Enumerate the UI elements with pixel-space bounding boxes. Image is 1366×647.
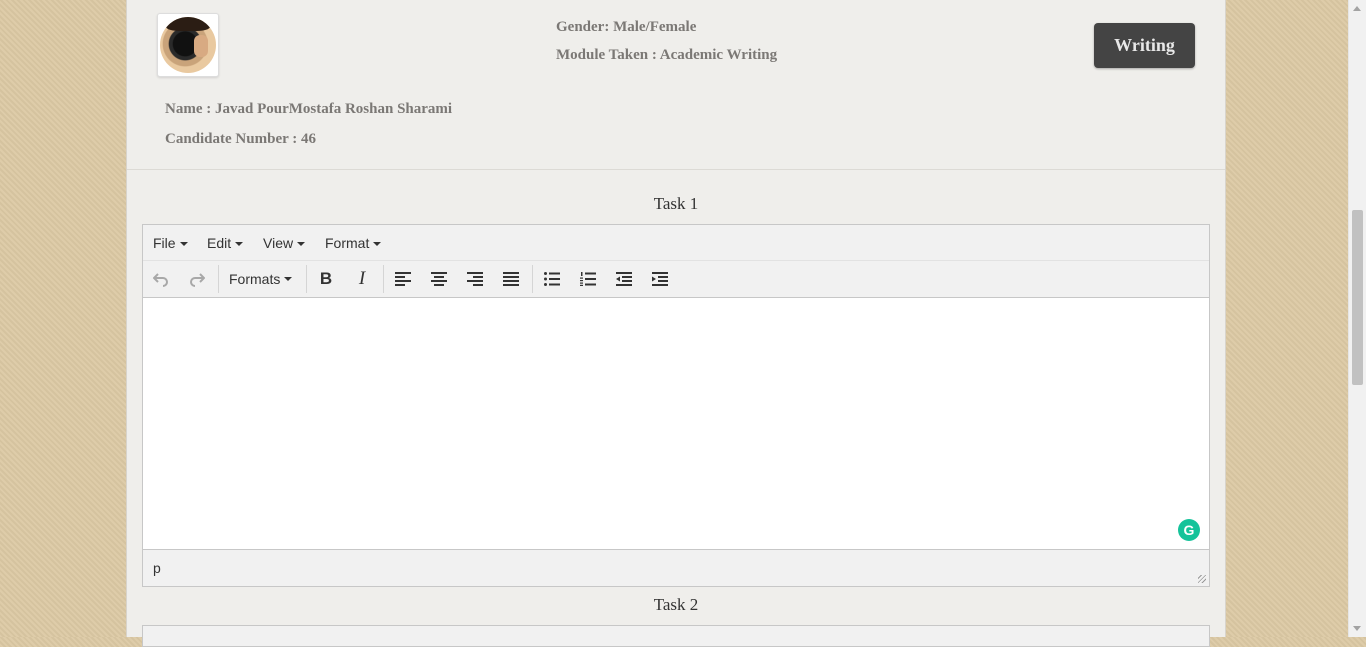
scroll-up-icon[interactable] [1353,6,1361,11]
candidate-number: Candidate Number : 46 [165,131,316,147]
chevron-down-icon [179,242,188,247]
task1-text-area[interactable]: G [143,298,1209,549]
chevron-down-icon [284,277,293,281]
page-scrollbar[interactable] [1348,0,1366,637]
task2-editor [142,625,1210,647]
menu-format[interactable]: Format [325,235,382,251]
chevron-down-icon [297,242,306,247]
gender-info: Gender: Male/Female [556,19,697,35]
scroll-down-icon[interactable] [1353,626,1361,631]
chevron-down-icon [373,242,382,247]
align-right-icon[interactable] [460,264,490,294]
menu-view[interactable]: View [263,235,306,251]
element-path[interactable]: p [153,560,161,576]
scroll-thumb[interactable] [1352,210,1363,385]
numbered-list-icon[interactable] [573,264,603,294]
outdent-icon[interactable] [609,264,639,294]
module-info: Module Taken : Academic Writing [556,47,778,63]
main-panel: Gender: Male/Female Module Taken : Acade… [126,0,1226,647]
menu-file[interactable]: File [153,235,188,251]
editor-statusbar: p [143,549,1209,586]
undo-icon[interactable] [146,264,176,294]
align-justify-icon[interactable] [496,264,526,294]
align-center-icon[interactable] [424,264,454,294]
candidate-name: Name : Javad PourMostafa Roshan Sharami [165,101,453,117]
indent-icon[interactable] [645,264,675,294]
align-left-icon[interactable] [388,264,418,294]
chevron-down-icon [235,242,244,247]
formats-dropdown[interactable]: Formats [225,264,301,294]
resize-handle-icon[interactable] [1198,575,1206,583]
user-avatar-photo [160,17,216,73]
bold-icon[interactable]: B [311,264,341,294]
menu-edit[interactable]: Edit [207,235,244,251]
grammarly-icon[interactable]: G [1178,519,1200,541]
candidate-header: Gender: Male/Female Module Taken : Acade… [127,0,1225,170]
avatar [157,13,219,77]
editor-menubar: File Edit View Format [143,225,1209,261]
writing-button[interactable]: Writing [1094,23,1195,68]
bullet-list-icon[interactable] [537,264,567,294]
italic-icon[interactable]: I [347,264,377,294]
task1-title: Task 1 [653,194,699,213]
redo-icon[interactable] [182,264,212,294]
editor-toolbar: Formats B I [143,261,1209,298]
task1-editor: File Edit View Format Formats B I G p [142,224,1210,587]
task2-title: Task 2 [653,595,699,614]
